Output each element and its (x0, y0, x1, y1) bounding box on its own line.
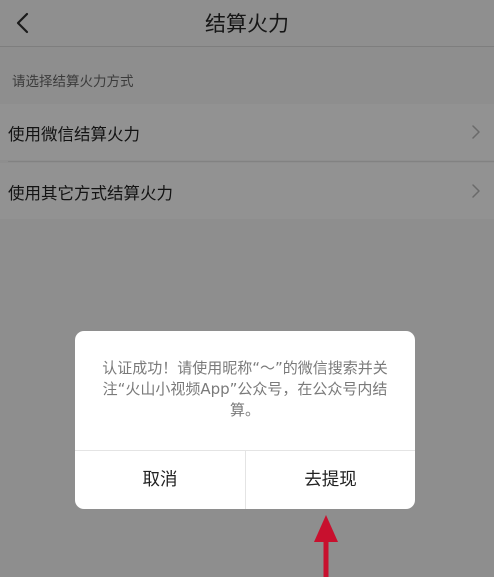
chevron-right-icon (472, 184, 480, 198)
dialog-message: 认证成功！请使用昵称“～”的微信搜索并关注“火山小视频App”公众号，在公众号内… (102, 359, 388, 419)
up-arrow-icon (314, 515, 338, 577)
header-bar: 结算火力 (0, 0, 494, 47)
row-divider (8, 161, 494, 162)
withdraw-button[interactable]: 去提现 (246, 451, 415, 509)
section-hint: 请选择结算火力方式 (12, 74, 134, 90)
option-other-settle[interactable]: 使用其它方式结算火力 (0, 163, 494, 219)
option-wechat-settle[interactable]: 使用微信结算火力 (0, 104, 494, 160)
confirm-dialog: 认证成功！请使用昵称“～”的微信搜索并关注“火山小视频App”公众号，在公众号内… (75, 331, 415, 509)
option-label: 使用其它方式结算火力 (8, 184, 173, 203)
page-title: 结算火力 (205, 12, 289, 36)
chevron-right-icon (472, 125, 480, 139)
option-label: 使用微信结算火力 (8, 125, 140, 144)
cancel-button[interactable]: 取消 (75, 451, 245, 509)
